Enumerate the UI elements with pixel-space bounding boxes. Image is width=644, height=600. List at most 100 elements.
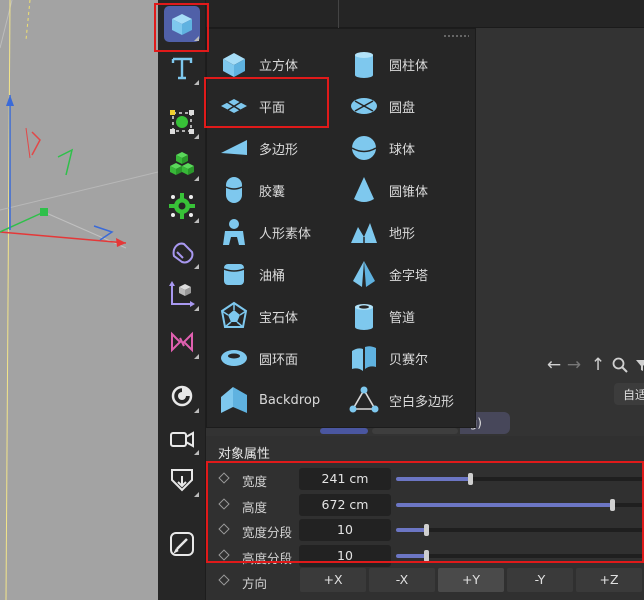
keyframe-diamond-icon[interactable] (218, 523, 230, 535)
cloner-tool-button[interactable] (164, 146, 200, 182)
height-segments-label: 高度分段 (242, 551, 293, 566)
width-slider-knob[interactable] (468, 473, 474, 485)
up-arrow-icon[interactable]: ↑ (588, 354, 608, 376)
mode-tab-coord[interactable] (372, 428, 458, 434)
text-tool-button[interactable] (164, 50, 200, 86)
menu-item-backdrop[interactable]: Backdrop (219, 381, 320, 419)
generator-tool-icon (170, 110, 194, 134)
axis-tool-icon (169, 281, 195, 307)
menu-item-plane[interactable]: 平面 (219, 87, 285, 125)
menu-item-disc[interactable]: 圆盘 (349, 87, 415, 125)
scene-tool-icon (171, 469, 193, 492)
menu-item-tube[interactable]: 管道 (349, 297, 415, 335)
edit-tool-button[interactable] (164, 526, 200, 562)
keyframe-diamond-icon[interactable] (218, 549, 230, 561)
primitive-menu: 立方体 圆柱体 平面 圆盘 多边形 球体 胶囊 圆锥体 人形素体 地形 油桶 金… (206, 28, 476, 428)
menu-item-bezier[interactable]: 贝赛尔 (349, 339, 428, 377)
keyframe-diamond-icon[interactable] (218, 498, 230, 510)
viewport[interactable] (0, 0, 158, 600)
menu-item-pyramid[interactable]: 金字塔 (349, 255, 428, 293)
spline-tool-button[interactable] (164, 324, 200, 360)
platonic-icon (220, 301, 248, 328)
width-segments-slider-knob[interactable] (423, 524, 429, 536)
generator-tool-button[interactable] (164, 104, 200, 140)
gear-tool-button[interactable] (164, 188, 200, 224)
polygon-icon (221, 140, 247, 155)
cylinder-icon (355, 52, 373, 78)
auto-button[interactable]: 自适 (614, 383, 644, 405)
bezier-icon (352, 346, 376, 371)
camera-tool-button[interactable] (164, 420, 200, 456)
pyramid-icon (353, 261, 375, 287)
height-segments-slider-knob[interactable] (423, 550, 429, 562)
landscape-icon (351, 223, 377, 243)
deformer-tool-icon (172, 242, 194, 264)
menu-item-cube[interactable]: 立方体 (219, 45, 298, 83)
mode-tab-basic[interactable] (320, 428, 368, 434)
empty-polygon-icon (349, 386, 379, 413)
figure-icon (223, 219, 245, 245)
edit-tool-icon (170, 532, 194, 556)
menu-item-cylinder[interactable]: 圆柱体 (349, 45, 428, 83)
menu-item-landscape[interactable]: 地形 (349, 213, 415, 251)
menu-item-polygon[interactable]: 多边形 (219, 129, 298, 167)
viewport-grid (0, 0, 158, 600)
text-tool-icon (171, 57, 193, 80)
height-segments-field[interactable]: 10 (299, 545, 391, 567)
height-slider-knob[interactable] (609, 499, 615, 511)
scene-tool-button[interactable] (164, 462, 200, 498)
width-slider[interactable] (396, 473, 644, 485)
oil-tank-icon (223, 264, 245, 285)
direction-plus-z-button[interactable]: +Z (576, 568, 642, 592)
menu-item-figure[interactable]: 人形素体 (219, 213, 311, 251)
top-bar (158, 0, 644, 28)
menu-item-capsule[interactable]: 胶囊 (219, 171, 285, 209)
capsule-icon (225, 177, 243, 203)
menu-grip[interactable] (443, 34, 469, 38)
cube-tool-button[interactable] (164, 6, 200, 42)
cone-icon (354, 177, 374, 202)
height-slider[interactable] (396, 499, 644, 511)
cube-icon (223, 53, 245, 77)
keyframe-diamond-icon[interactable] (218, 472, 230, 484)
width-segments-slider[interactable] (396, 524, 644, 536)
direction-minus-y-button[interactable]: -Y (507, 568, 573, 592)
menu-item-sphere[interactable]: 球体 (349, 129, 415, 167)
search-icon[interactable] (610, 354, 630, 376)
direction-plus-x-button[interactable]: +X (300, 568, 366, 592)
camera-tool-icon (170, 431, 194, 448)
filter-icon[interactable] (632, 354, 644, 376)
back-arrow-icon[interactable]: ← (544, 354, 564, 376)
direction-plus-y-button[interactable]: +Y (438, 568, 504, 592)
height-field[interactable]: 672 cm (299, 494, 391, 516)
deformer-tool-button[interactable] (164, 234, 200, 270)
height-segments-row: 高度分段 10 (206, 543, 644, 569)
width-segments-row: 宽度分段 10 (206, 517, 644, 543)
object-properties-panel: 对象属性 宽度 241 cm 高度 672 cm 宽度分段 10 高度分段 10… (206, 436, 644, 600)
menu-item-platonic[interactable]: 宝石体 (219, 297, 298, 335)
spline-tool-icon (171, 331, 193, 353)
direction-minus-x-button[interactable]: -X (369, 568, 435, 592)
forward-arrow-icon[interactable]: → (564, 354, 584, 376)
width-field[interactable]: 241 cm (299, 468, 391, 490)
disc-icon (351, 98, 377, 114)
menu-item-torus[interactable]: 圆环面 (219, 339, 298, 377)
gear-tool-icon (169, 193, 195, 219)
navigation-row: ← → ↑ (478, 350, 644, 380)
height-label: 高度 (242, 500, 268, 515)
object-properties-title: 对象属性 (218, 447, 271, 462)
menu-item-oil-tank[interactable]: 油桶 (219, 255, 285, 293)
field-tool-icon (171, 385, 193, 407)
menu-item-empty-polygon[interactable]: 空白多边形 (349, 381, 454, 419)
backdrop-icon (221, 387, 247, 413)
cube-tool-icon (172, 14, 192, 35)
height-segments-slider[interactable] (396, 550, 644, 562)
tube-icon (355, 304, 373, 330)
width-row: 宽度 241 cm (206, 466, 644, 492)
axis-tool-button[interactable] (164, 276, 200, 312)
menu-item-cone[interactable]: 圆锥体 (349, 171, 428, 209)
width-label: 宽度 (242, 474, 268, 489)
keyframe-diamond-icon[interactable] (218, 574, 230, 586)
field-tool-button[interactable] (164, 378, 200, 414)
width-segments-field[interactable]: 10 (299, 519, 391, 541)
